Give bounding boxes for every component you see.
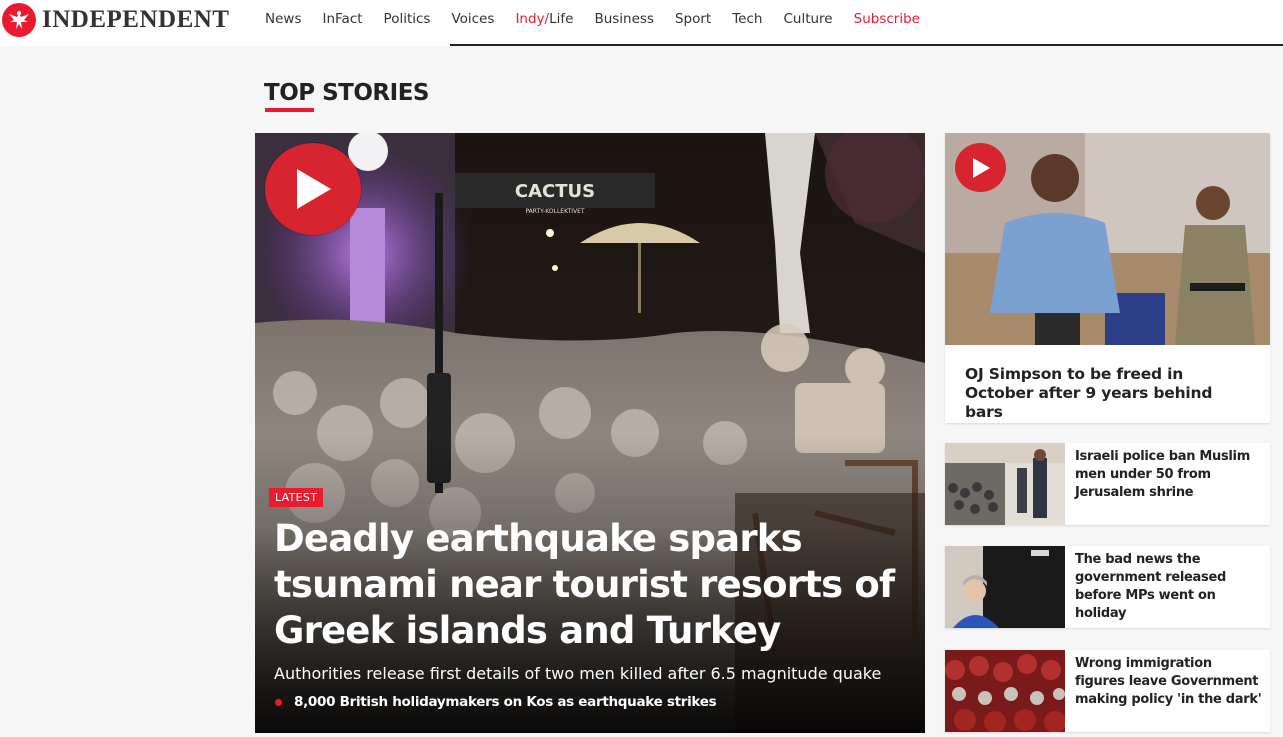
nav-indy-prefix: Indy/	[515, 11, 550, 27]
subscribe-link[interactable]: Subscribe	[854, 10, 920, 28]
parliament-photo	[945, 650, 1065, 732]
hero-standfirst: Authorities release first details of two…	[274, 664, 882, 683]
story-card-main-title[interactable]: OJ Simpson to be freed in October after …	[965, 365, 1255, 422]
section-title-top: TOP	[264, 80, 315, 106]
section-title-stories: STORIES	[314, 80, 429, 106]
latest-badge: LATEST	[269, 488, 324, 507]
nav-life-suffix: Life	[549, 11, 574, 27]
story-thumbnail	[945, 443, 1065, 525]
story-card[interactable]: The bad news the government released bef…	[945, 546, 1270, 628]
downing-street-photo	[945, 546, 1065, 628]
hero-related-link[interactable]: 8,000 British holidaymakers on Kos as ea…	[275, 694, 717, 710]
cactus-sign-sub: PARTY-KOLLEKTIVET	[525, 208, 584, 215]
eagle-icon	[2, 3, 36, 37]
bullet-icon	[275, 698, 282, 706]
story-title[interactable]: Israeli police ban Muslim men under 50 f…	[1075, 448, 1265, 502]
hero-headline[interactable]: Deadly earthquake sparks tsunami near to…	[274, 516, 914, 654]
nav-news[interactable]: News	[265, 10, 301, 28]
story-card[interactable]: Wrong immigration figures leave Governme…	[945, 650, 1270, 732]
story-title[interactable]: The bad news the government released bef…	[1075, 551, 1265, 623]
section-underline	[265, 108, 314, 112]
video-play-button[interactable]	[955, 143, 1006, 192]
hero-story[interactable]: CACTUS PARTY-KOLLEKTIVET LATEST Deadly e…	[255, 133, 925, 733]
story-card-main-image	[945, 133, 1270, 345]
nav-indy-life[interactable]: Indy/Life	[515, 10, 573, 28]
header-divider	[450, 44, 1283, 46]
logo-text: INDEPENDENT	[42, 6, 230, 33]
site-logo[interactable]: INDEPENDENT	[2, 3, 229, 37]
play-icon	[297, 169, 331, 209]
story-card-main[interactable]: OJ Simpson to be freed in October after …	[945, 133, 1270, 423]
story-title[interactable]: Wrong immigration figures leave Governme…	[1075, 655, 1265, 709]
hero-video-play-button[interactable]	[265, 143, 361, 235]
nav-voices[interactable]: Voices	[451, 10, 494, 28]
main-nav: News InFact Politics Voices Indy/Life Bu…	[265, 10, 941, 28]
nav-infact[interactable]: InFact	[322, 10, 362, 28]
story-card[interactable]: Israeli police ban Muslim men under 50 f…	[945, 443, 1270, 525]
story-thumbnail	[945, 650, 1065, 732]
cactus-sign: CACTUS	[515, 181, 595, 202]
hero-related-text: 8,000 British holidaymakers on Kos as ea…	[294, 694, 717, 710]
section-title: TOP STORIES	[264, 80, 429, 106]
site-header: INDEPENDENT News InFact Politics Voices …	[0, 0, 1283, 46]
nav-culture[interactable]: Culture	[783, 10, 832, 28]
nav-tech[interactable]: Tech	[732, 10, 762, 28]
play-icon	[972, 157, 990, 178]
story-thumbnail	[945, 546, 1065, 628]
nav-sport[interactable]: Sport	[675, 10, 711, 28]
nav-politics[interactable]: Politics	[384, 10, 431, 28]
jerusalem-photo	[945, 443, 1065, 525]
nav-business[interactable]: Business	[594, 10, 654, 28]
